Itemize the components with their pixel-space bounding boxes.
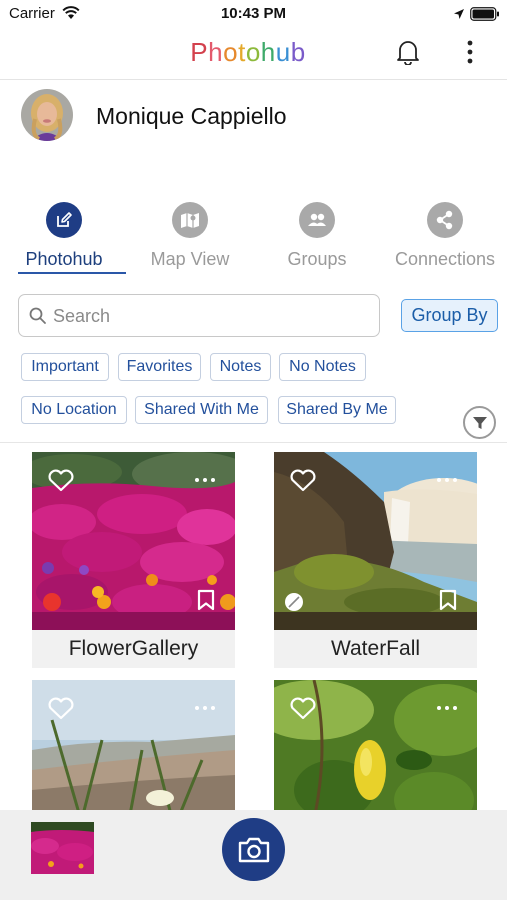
logo-letter: o — [223, 37, 239, 67]
profile-name: Monique Cappiello — [96, 103, 287, 129]
tab-photohub[interactable]: Photohub — [0, 199, 128, 275]
camera-icon — [238, 837, 269, 862]
edit-icon — [46, 202, 82, 238]
bottom-bar — [0, 810, 507, 900]
more-options-icon[interactable] — [460, 39, 480, 65]
camera-button[interactable] — [222, 818, 285, 881]
filter-chip-no-notes[interactable]: No Notes — [279, 353, 366, 381]
status-dot — [285, 593, 303, 611]
logo-letter: o — [245, 37, 261, 67]
tab-label: Photohub — [25, 249, 103, 269]
more-options-icon[interactable] — [193, 704, 217, 712]
gallery-card-waterfall[interactable]: WaterFall — [274, 452, 477, 668]
bell-icon[interactable] — [396, 39, 420, 65]
bookmark-icon[interactable] — [439, 589, 457, 611]
card-title: FlowerGallery — [32, 630, 235, 668]
status-time: 10:43 PM — [220, 5, 287, 22]
more-options-icon[interactable] — [193, 476, 217, 484]
filter-icon[interactable] — [463, 406, 496, 439]
search-input[interactable]: Search — [18, 294, 380, 337]
filter-chip-shared-by-me[interactable]: Shared By Me — [278, 396, 396, 424]
status-dot — [43, 593, 61, 611]
gallery-card[interactable] — [32, 680, 235, 810]
connections-icon — [427, 202, 463, 238]
bookmark-icon[interactable] — [197, 589, 215, 611]
active-tab-indicator — [18, 272, 126, 274]
logo-letter: u — [275, 37, 291, 67]
tab-connections[interactable]: Connections — [381, 199, 507, 275]
groups-icon — [299, 202, 335, 238]
logo-letter: b — [290, 37, 306, 67]
heart-icon[interactable] — [289, 697, 317, 721]
app-logo: Photohub — [0, 37, 496, 68]
filter-chip-important[interactable]: Important — [21, 353, 109, 381]
tab-label: Map View — [150, 249, 230, 269]
logo-letter: t — [238, 37, 246, 67]
logo-letter: P — [190, 37, 209, 67]
heart-icon[interactable] — [289, 469, 317, 493]
view-tabs: Photohub Map View Groups Connections — [0, 199, 507, 277]
logo-letter: h — [260, 37, 276, 67]
filter-chip-favorites[interactable]: Favorites — [118, 353, 201, 381]
battery-icon — [470, 7, 499, 21]
gallery-card[interactable] — [274, 680, 477, 810]
logo-letter: h — [208, 37, 224, 67]
card-title: WaterFall — [274, 630, 477, 668]
tab-groups[interactable]: Groups — [253, 199, 381, 275]
tab-label: Groups — [287, 249, 347, 269]
gallery-card-flowergallery[interactable]: FlowerGallery — [32, 452, 235, 668]
filter-chip-shared-with-me[interactable]: Shared With Me — [135, 396, 268, 424]
more-options-icon[interactable] — [435, 476, 459, 484]
heart-icon[interactable] — [47, 697, 75, 721]
status-bar: Carrier 10:43 PM — [0, 0, 507, 28]
app-header: Photohub — [0, 28, 507, 80]
profile-row[interactable]: Monique Cappiello — [0, 89, 507, 145]
search-icon — [29, 307, 46, 324]
recent-photo-thumbnail[interactable] — [31, 822, 94, 874]
location-arrow-icon — [454, 9, 464, 19]
search-placeholder: Search — [53, 306, 111, 326]
avatar[interactable] — [21, 89, 73, 141]
tab-map-view[interactable]: Map View — [126, 199, 254, 275]
map-icon — [172, 202, 208, 238]
tab-label: Connections — [394, 249, 496, 269]
filter-chip-notes[interactable]: Notes — [210, 353, 271, 381]
divider — [0, 442, 507, 443]
more-options-icon[interactable] — [435, 704, 459, 712]
filter-chip-no-location[interactable]: No Location — [21, 396, 127, 424]
heart-icon[interactable] — [47, 469, 75, 493]
group-by-button[interactable]: Group By — [401, 299, 498, 332]
